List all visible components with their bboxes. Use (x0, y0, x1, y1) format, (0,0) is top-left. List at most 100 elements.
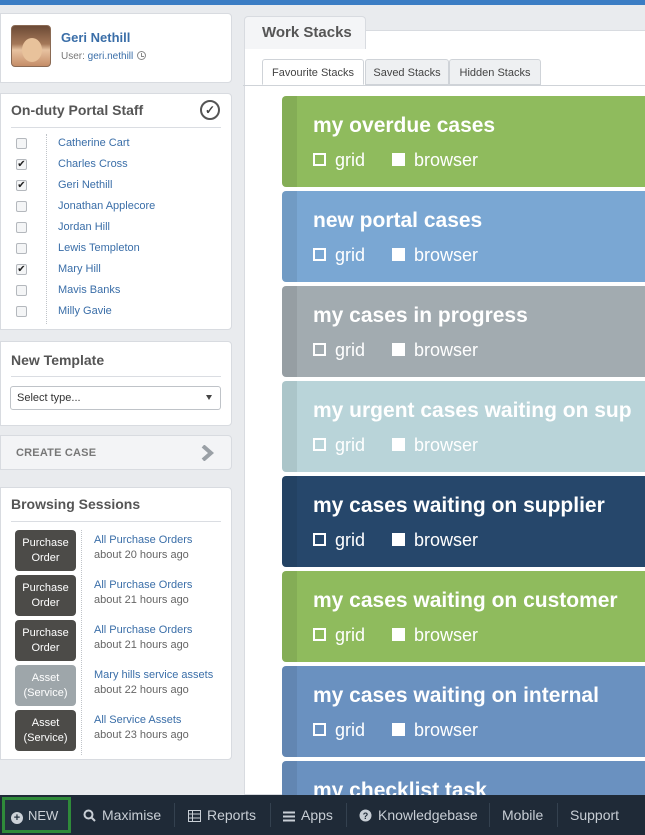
staff-name[interactable]: Catherine Cart (58, 137, 130, 149)
clock-icon[interactable] (137, 51, 147, 60)
check-circle-icon[interactable]: ✓ (200, 100, 220, 120)
divider (557, 803, 558, 827)
staff-row: ✔ Mary Hill (1, 260, 233, 281)
staff-name[interactable]: Jonathan Applecore (58, 200, 155, 212)
grid-checkbox-icon (313, 438, 326, 451)
session-item: Purchase Order All Purchase Orders about … (1, 620, 233, 665)
staff-row: Milly Gavie (1, 302, 233, 323)
caret-down-icon (206, 395, 212, 400)
tab-saved-stacks[interactable]: Saved Stacks (365, 59, 449, 85)
staff-checkbox[interactable]: ✔ (16, 159, 27, 170)
stack-card[interactable]: my overdue cases grid browser (282, 96, 645, 187)
staff-name[interactable]: Mary Hill (58, 263, 101, 275)
session-link[interactable]: All Purchase Orders (94, 534, 192, 546)
staff-checkbox[interactable] (16, 285, 27, 296)
stack-grid-option[interactable]: grid (313, 720, 365, 741)
staff-name[interactable]: Charles Cross (58, 158, 128, 170)
template-select-value: Select type... (17, 392, 81, 404)
stack-grid-option[interactable]: grid (313, 530, 365, 551)
tab-favourite-stacks[interactable]: Favourite Stacks (262, 59, 364, 85)
stack-title[interactable]: my checklist task (313, 779, 487, 795)
staff-name[interactable]: Mavis Banks (58, 284, 120, 296)
avatar[interactable] (11, 25, 51, 67)
stacks-list: my overdue cases grid browser new portal… (243, 85, 645, 795)
browser-box-icon (392, 248, 405, 261)
stack-browser-option[interactable]: browser (392, 720, 478, 741)
stack-card[interactable]: my checklist task (282, 761, 645, 795)
staff-name[interactable]: Lewis Templeton (58, 242, 140, 254)
session-type-badge[interactable]: Asset (Service) (15, 665, 76, 706)
create-case-button[interactable]: CREATE CASE (0, 435, 232, 470)
stack-browser-option[interactable]: browser (392, 340, 478, 361)
session-type-badge[interactable]: Purchase Order (15, 530, 76, 571)
session-item: Asset (Service) Mary hills service assets… (1, 665, 233, 710)
staff-checkbox[interactable] (16, 243, 27, 254)
stack-card[interactable]: my cases waiting on supplier grid browse… (282, 476, 645, 567)
tab-hidden-stacks[interactable]: Hidden Stacks (449, 59, 541, 85)
session-type-badge[interactable]: Asset (Service) (15, 710, 76, 751)
session-link[interactable]: All Service Assets (94, 714, 181, 726)
stack-grid-option[interactable]: grid (313, 435, 365, 456)
question-circle-icon: ? (359, 809, 372, 822)
stack-grid-option[interactable]: grid (313, 340, 365, 361)
maximise-button[interactable]: Maximise (83, 807, 161, 823)
divider (11, 521, 221, 522)
browser-box-icon (392, 153, 405, 166)
stack-card[interactable]: my urgent cases waiting on sup grid brow… (282, 381, 645, 472)
staff-name[interactable]: Geri Nethill (58, 179, 112, 191)
stack-browser-option[interactable]: browser (392, 435, 478, 456)
divider (346, 803, 347, 827)
stack-card[interactable]: new portal cases grid browser (282, 191, 645, 282)
stack-title[interactable]: my cases waiting on customer (313, 589, 618, 613)
session-link[interactable]: All Purchase Orders (94, 579, 192, 591)
staff-checkbox[interactable] (16, 201, 27, 212)
stack-title[interactable]: my urgent cases waiting on sup (313, 399, 632, 423)
stack-card[interactable]: my cases waiting on internal grid browse… (282, 666, 645, 757)
stack-grid-option[interactable]: grid (313, 245, 365, 266)
knowledgebase-button[interactable]: ? Knowledgebase (359, 807, 478, 823)
stack-browser-option[interactable]: browser (392, 150, 478, 171)
stack-grid-option[interactable]: grid (313, 625, 365, 646)
user-line: User: geri.nethill (61, 51, 147, 62)
username-link[interactable]: geri.nethill (88, 51, 134, 62)
staff-checkbox[interactable] (16, 306, 27, 317)
stack-browser-option[interactable]: browser (392, 530, 478, 551)
template-type-select[interactable]: Select type... (10, 386, 221, 410)
session-type-badge[interactable]: Purchase Order (15, 620, 76, 661)
staff-checkbox[interactable]: ✔ (16, 180, 27, 191)
session-link[interactable]: All Purchase Orders (94, 624, 192, 636)
stack-title[interactable]: my cases waiting on supplier (313, 494, 605, 518)
stack-title[interactable]: my overdue cases (313, 114, 495, 138)
browsing-sessions-title: Browsing Sessions (11, 496, 141, 512)
session-time: about 21 hours ago (94, 594, 189, 606)
stack-browser-option[interactable]: browser (392, 625, 478, 646)
stack-title[interactable]: my cases waiting on internal (313, 684, 599, 708)
session-time: about 23 hours ago (94, 729, 189, 741)
apps-button[interactable]: Apps (283, 807, 333, 823)
staff-checkbox[interactable]: ✔ (16, 264, 27, 275)
stack-grid-option[interactable]: grid (313, 150, 365, 171)
session-item: Purchase Order All Purchase Orders about … (1, 575, 233, 620)
staff-name[interactable]: Jordan Hill (58, 221, 110, 233)
stack-card[interactable]: my cases waiting on customer grid browse… (282, 571, 645, 662)
session-link[interactable]: Mary hills service assets (94, 669, 213, 681)
stack-browser-option[interactable]: browser (392, 245, 478, 266)
mobile-button[interactable]: Mobile (502, 807, 543, 823)
stack-card[interactable]: my cases in progress grid browser (282, 286, 645, 377)
stack-title[interactable]: my cases in progress (313, 304, 528, 328)
grid-checkbox-icon (313, 248, 326, 261)
staff-checkbox[interactable] (16, 138, 27, 149)
reports-button[interactable]: Reports (188, 807, 256, 823)
divider (174, 803, 175, 827)
session-type-badge[interactable]: Purchase Order (15, 575, 76, 616)
session-time: about 20 hours ago (94, 549, 189, 561)
user-name[interactable]: Geri Nethill (61, 30, 130, 45)
staff-checkbox[interactable] (16, 222, 27, 233)
onduty-staff-panel: On-duty Portal Staff ✓ Catherine Cart ✔ C… (0, 93, 232, 330)
staff-row: Jordan Hill (1, 218, 233, 239)
stack-title[interactable]: new portal cases (313, 209, 482, 233)
staff-name[interactable]: Milly Gavie (58, 305, 112, 317)
sessions-list: Purchase Order All Purchase Orders about … (1, 530, 233, 755)
support-button[interactable]: Support (570, 807, 619, 823)
new-button[interactable]: + NEW (2, 797, 71, 833)
